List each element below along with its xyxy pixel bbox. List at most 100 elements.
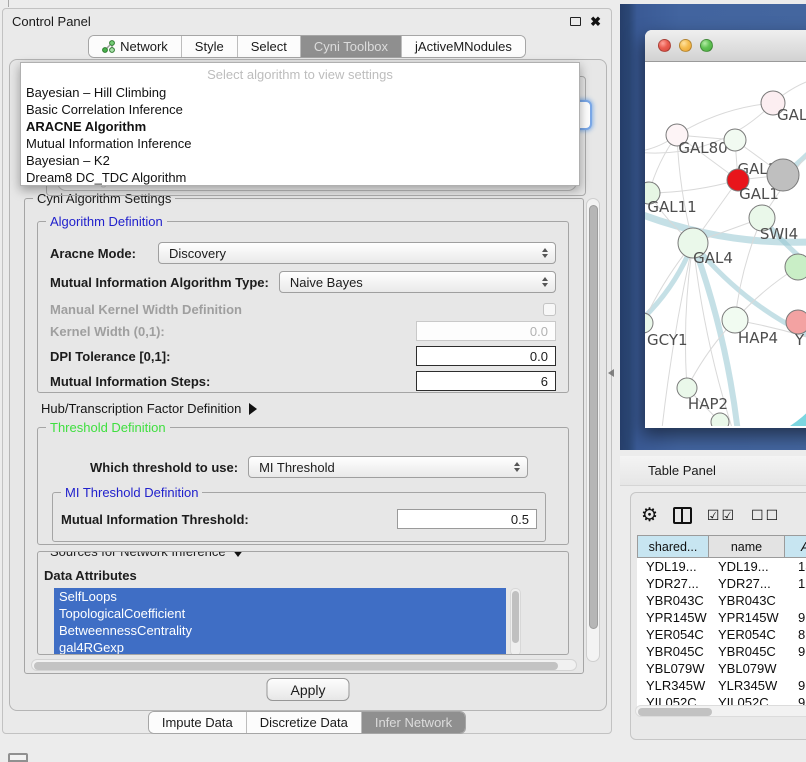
hub-definition-expander[interactable]: Hub/Transcription Factor Definition: [41, 401, 257, 416]
table-row[interactable]: YDR27...YDR27...12: [637, 575, 806, 592]
table-cell[interactable]: 9.: [785, 677, 806, 694]
attribute-item-betweennesscentrality[interactable]: BetweennessCentrality: [54, 622, 506, 639]
table-cell[interactable]: YDR27...: [709, 575, 785, 592]
network-node[interactable]: [711, 413, 729, 426]
mi-threshold-group: MI Threshold Definition Mutual Informati…: [52, 492, 546, 542]
table-cell[interactable]: [785, 592, 806, 609]
tab-style[interactable]: Style: [181, 36, 237, 57]
subtab-infer-network[interactable]: Infer Network: [361, 712, 465, 733]
menu-item-aracne-algorithm[interactable]: ARACNE Algorithm: [21, 118, 579, 135]
zoom-window-icon[interactable]: [700, 39, 713, 52]
table-cell[interactable]: YDL19...: [709, 558, 785, 575]
mi-threshold-group-title: MI Threshold Definition: [61, 485, 202, 500]
network-edge: [649, 180, 738, 193]
sources-title[interactable]: Sources for Network Inference: [46, 551, 248, 559]
tab-jactivemnodules[interactable]: jActiveMNodules: [401, 36, 525, 57]
network-window-titlebar[interactable]: [645, 30, 806, 62]
menu-item-dream8-dc-tdc-algorithm[interactable]: Dream8 DC_TDC Algorithm: [21, 169, 579, 186]
subtab-discretize-data[interactable]: Discretize Data: [246, 712, 361, 733]
network-node-gcy1[interactable]: [645, 313, 653, 333]
minimize-window-icon[interactable]: [679, 39, 692, 52]
columns-icon[interactable]: [673, 507, 692, 524]
tab-cyni-toolbox[interactable]: Cyni Toolbox: [300, 36, 401, 57]
column-header-a[interactable]: A: [785, 535, 806, 558]
sources-group: Sources for Network Inference Data Attri…: [37, 551, 569, 655]
table-cell[interactable]: YER054C: [637, 626, 709, 643]
which-threshold-combo[interactable]: MI Threshold: [248, 456, 528, 478]
menu-item-mutual-information-inference[interactable]: Mutual Information Inference: [21, 135, 579, 152]
table-cell[interactable]: YBL079W: [637, 660, 709, 677]
network-edge: [740, 352, 806, 426]
attribute-item-selfloops[interactable]: SelfLoops: [54, 588, 506, 605]
table-cell[interactable]: YBL079W: [709, 660, 785, 677]
minimized-panel-icon[interactable]: [8, 753, 28, 762]
mi-type-value: Naive Bayes: [290, 275, 363, 290]
table-cell[interactable]: YDL19...: [637, 558, 709, 575]
table-cell[interactable]: YPR145W: [709, 609, 785, 626]
table-row[interactable]: YPR145WYPR145W9.: [637, 609, 806, 626]
tab-network[interactable]: Network: [89, 36, 181, 57]
close-window-icon[interactable]: [658, 39, 671, 52]
mi-steps-field[interactable]: 6: [416, 371, 556, 391]
network-view-window: GALGAL80GAL10GAL1GAL11SWI4GAL4GCY1HAP4YH…: [645, 30, 806, 428]
attribute-item-gal4rgexp[interactable]: gal4RGexp: [54, 639, 506, 655]
tab-cyni-toolbox-label: Cyni Toolbox: [314, 39, 388, 54]
table-cell[interactable]: YLR345W: [709, 677, 785, 694]
settings-hscroll-thumb[interactable]: [34, 662, 558, 670]
settings-vscroll-thumb[interactable]: [589, 205, 598, 629]
table-row[interactable]: YER054CYER054C8.: [637, 626, 806, 643]
network-node[interactable]: [785, 254, 806, 280]
data-attributes-list: SelfLoopsTopologicalCoefficientBetweenne…: [54, 588, 506, 655]
table-cell[interactable]: 8.: [785, 626, 806, 643]
table-row[interactable]: YDL19...YDL19...13: [637, 558, 806, 575]
aracne-mode-value: Discovery: [169, 246, 226, 261]
manual-kernel-checkbox[interactable]: [543, 303, 556, 316]
network-node-gal10[interactable]: [724, 129, 746, 151]
column-header-name[interactable]: name: [709, 535, 785, 558]
column-header-shared[interactable]: shared...: [637, 535, 709, 558]
attribute-item-topologicalcoefficient[interactable]: TopologicalCoefficient: [54, 605, 506, 622]
aracne-mode-combo[interactable]: Discovery: [158, 242, 556, 264]
mi-threshold-field[interactable]: 0.5: [397, 509, 537, 529]
table-cell[interactable]: YBR043C: [637, 592, 709, 609]
table-row[interactable]: YLR345WYLR345W9.: [637, 677, 806, 694]
float-panel-icon[interactable]: [570, 17, 581, 26]
dpi-tolerance-label: DPI Tolerance [0,1]:: [50, 349, 170, 364]
tab-select[interactable]: Select: [237, 36, 300, 57]
which-threshold-label: Which threshold to use:: [90, 460, 238, 475]
table-cell[interactable]: YPR145W: [637, 609, 709, 626]
table-row[interactable]: YBR045CYBR045C9.: [637, 643, 806, 660]
table-cell[interactable]: 12: [785, 575, 806, 592]
close-panel-icon[interactable]: ✖: [590, 15, 601, 28]
subtab-impute-data[interactable]: Impute Data: [149, 712, 246, 733]
network-canvas[interactable]: GALGAL80GAL10GAL1GAL11SWI4GAL4GCY1HAP4YH…: [645, 62, 806, 426]
table-row[interactable]: YBL079WYBL079W: [637, 660, 806, 677]
table-row[interactable]: YBR043CYBR043C: [637, 592, 806, 609]
table-cell[interactable]: YBR045C: [637, 643, 709, 660]
kernel-width-field[interactable]: 0.0: [416, 321, 556, 341]
menu-item-bayesian-hill-climbing[interactable]: Bayesian – Hill Climbing: [21, 84, 579, 101]
menu-item-basic-correlation-inference[interactable]: Basic Correlation Inference: [21, 101, 579, 118]
network-node[interactable]: [767, 159, 799, 191]
table-cell[interactable]: YBR045C: [709, 643, 785, 660]
tab-style-label: Style: [195, 39, 224, 54]
table-cell[interactable]: 13: [785, 558, 806, 575]
table-cell[interactable]: 9.: [785, 643, 806, 660]
table-cell[interactable]: YBR043C: [709, 592, 785, 609]
table-cell[interactable]: YDR27...: [637, 575, 709, 592]
stepper-icon: [514, 462, 520, 472]
table-cell[interactable]: YER054C: [709, 626, 785, 643]
gear-icon[interactable]: ⚙: [641, 506, 658, 525]
attributes-scrollbar-thumb[interactable]: [512, 591, 519, 643]
table-cell[interactable]: YLR345W: [637, 677, 709, 694]
deselect-all-icon[interactable]: ☐☐: [751, 507, 780, 524]
table-cell[interactable]: 9.: [785, 609, 806, 626]
menu-item-bayesian-k2[interactable]: Bayesian – K2: [21, 152, 579, 169]
apply-button[interactable]: Apply: [266, 678, 349, 701]
settings-vertical-scrollbar: [586, 198, 600, 662]
dpi-tolerance-field[interactable]: 0.0: [416, 346, 556, 366]
select-all-checks-icon[interactable]: ☑☑: [707, 507, 736, 524]
mi-type-combo[interactable]: Naive Bayes: [279, 271, 556, 293]
table-cell[interactable]: [785, 660, 806, 677]
table-hscroll-thumb[interactable]: [638, 708, 712, 716]
